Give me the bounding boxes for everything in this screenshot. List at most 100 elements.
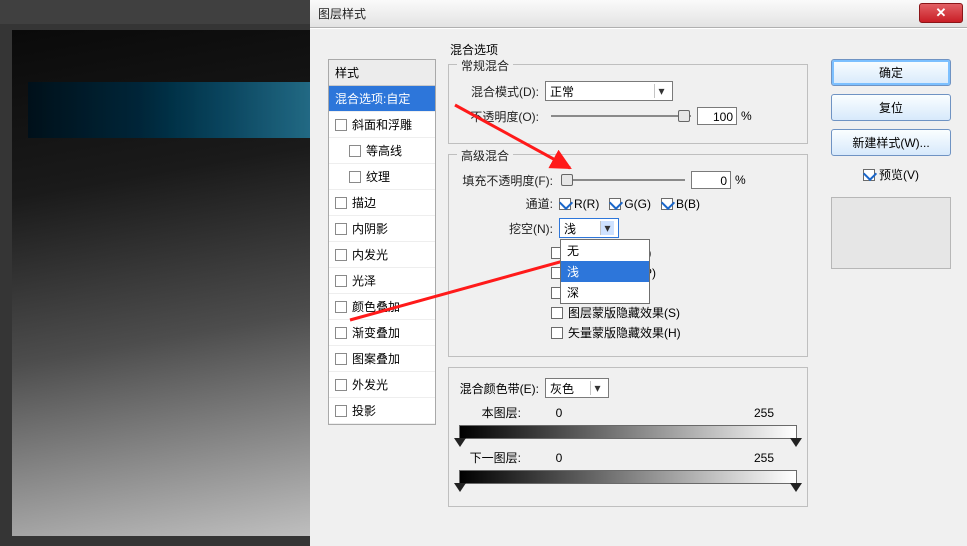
new-style-button[interactable]: 新建样式(W)... bbox=[831, 129, 951, 156]
style-row-label: 内阴影 bbox=[352, 220, 388, 237]
dialog-button-column: 确定 复位 新建样式(W)... 预览(V) bbox=[831, 59, 951, 269]
slider-handle-left[interactable] bbox=[454, 483, 466, 492]
style-checkbox[interactable] bbox=[349, 145, 361, 157]
style-checkbox[interactable] bbox=[349, 171, 361, 183]
fill-opacity-label: 填充不透明度(F): bbox=[459, 172, 559, 189]
dialog-titlebar[interactable]: 图层样式 ✕ bbox=[310, 0, 967, 28]
slider-handle-left[interactable] bbox=[454, 438, 466, 447]
style-row-label: 投影 bbox=[352, 402, 376, 419]
style-checkbox[interactable] bbox=[335, 275, 347, 287]
blend-if-label: 混合颜色带(E): bbox=[459, 380, 545, 397]
style-checkbox[interactable] bbox=[335, 223, 347, 235]
knockout-label: 挖空(N): bbox=[459, 220, 559, 237]
style-checkbox[interactable] bbox=[335, 119, 347, 131]
layer-mask-hides-fx-checkbox[interactable]: 图层蒙版隐藏效果(S) bbox=[551, 304, 797, 321]
knockout-option-1[interactable]: 浅 bbox=[561, 261, 649, 282]
channels-label: 通道: bbox=[459, 195, 559, 212]
preview-swatch bbox=[831, 197, 951, 269]
knockout-option-0[interactable]: 无 bbox=[561, 240, 649, 261]
underlying-layer-label: 下一图层: bbox=[459, 449, 529, 466]
style-checkbox[interactable] bbox=[335, 405, 347, 417]
style-row-0[interactable]: 混合选项:自定 bbox=[329, 86, 435, 112]
style-checkbox[interactable] bbox=[335, 301, 347, 313]
style-checkbox[interactable] bbox=[335, 327, 347, 339]
this-layer-max: 255 bbox=[737, 406, 797, 420]
styles-panel: 样式 混合选项:自定斜面和浮雕等高线纹理描边内阴影内发光光泽颜色叠加渐变叠加图案… bbox=[328, 59, 436, 425]
opacity-unit: % bbox=[741, 109, 752, 123]
style-row-label: 图案叠加 bbox=[352, 350, 400, 367]
style-row-5[interactable]: 内阴影 bbox=[329, 216, 435, 242]
reset-button[interactable]: 复位 bbox=[831, 94, 951, 121]
style-row-1[interactable]: 斜面和浮雕 bbox=[329, 112, 435, 138]
style-checkbox[interactable] bbox=[335, 353, 347, 365]
this-layer-range: 本图层: 0 255 bbox=[459, 404, 797, 439]
preview-checkbox[interactable]: 预览(V) bbox=[831, 166, 951, 183]
underlying-layer-gradient[interactable] bbox=[459, 470, 797, 484]
knockout-dropdown-list: 无浅深 bbox=[560, 239, 650, 304]
close-button[interactable]: ✕ bbox=[919, 3, 963, 23]
ok-button[interactable]: 确定 bbox=[831, 59, 951, 86]
layer-style-dialog: 图层样式 ✕ 样式 混合选项:自定斜面和浮雕等高线纹理描边内阴影内发光光泽颜色叠… bbox=[310, 0, 967, 546]
style-row-7[interactable]: 光泽 bbox=[329, 268, 435, 294]
underlying-layer-min: 0 bbox=[529, 451, 589, 465]
style-row-label: 纹理 bbox=[366, 168, 390, 185]
style-row-3[interactable]: 纹理 bbox=[329, 164, 435, 190]
style-row-9[interactable]: 渐变叠加 bbox=[329, 320, 435, 346]
knockout-select[interactable]: 浅 ▾ 无浅深 bbox=[559, 218, 619, 238]
style-row-label: 颜色叠加 bbox=[352, 298, 400, 315]
checkbox-icon bbox=[863, 169, 875, 181]
style-row-10[interactable]: 图案叠加 bbox=[329, 346, 435, 372]
opacity-slider[interactable] bbox=[551, 109, 691, 123]
channel-b-checkbox[interactable]: B(B) bbox=[661, 197, 700, 211]
blend-mode-label: 混合模式(D): bbox=[459, 83, 545, 100]
styles-list: 混合选项:自定斜面和浮雕等高线纹理描边内阴影内发光光泽颜色叠加渐变叠加图案叠加外… bbox=[329, 86, 435, 424]
style-row-4[interactable]: 描边 bbox=[329, 190, 435, 216]
styles-heading: 样式 bbox=[329, 60, 435, 86]
style-checkbox[interactable] bbox=[335, 249, 347, 261]
general-blending-legend: 常规混合 bbox=[457, 57, 513, 74]
style-checkbox[interactable] bbox=[335, 379, 347, 391]
style-row-6[interactable]: 内发光 bbox=[329, 242, 435, 268]
general-blending-group: 常规混合 混合模式(D): 正常 ▾ 不透明度(O): 100 % bbox=[448, 64, 808, 144]
blend-if-channel-value: 灰色 bbox=[550, 380, 574, 397]
this-layer-label: 本图层: bbox=[459, 404, 529, 421]
style-row-label: 混合选项:自定 bbox=[335, 90, 410, 107]
slider-handle-right[interactable] bbox=[790, 438, 802, 447]
blend-if-channel-select[interactable]: 灰色 ▾ bbox=[545, 378, 609, 398]
channel-g-checkbox[interactable]: G(G) bbox=[609, 197, 651, 211]
chevron-down-icon: ▾ bbox=[654, 84, 668, 98]
dialog-body: 样式 混合选项:自定斜面和浮雕等高线纹理描边内阴影内发光光泽颜色叠加渐变叠加图案… bbox=[310, 28, 967, 546]
blend-mode-select[interactable]: 正常 ▾ bbox=[545, 81, 673, 101]
fill-opacity-input[interactable]: 0 bbox=[691, 171, 731, 189]
layer-preview bbox=[28, 82, 310, 138]
style-row-label: 等高线 bbox=[366, 142, 402, 159]
preview-label: 预览(V) bbox=[879, 166, 919, 183]
fill-opacity-slider[interactable] bbox=[565, 173, 685, 187]
this-layer-gradient[interactable] bbox=[459, 425, 797, 439]
slider-handle-right[interactable] bbox=[790, 483, 802, 492]
opacity-input[interactable]: 100 bbox=[697, 107, 737, 125]
opacity-label: 不透明度(O): bbox=[459, 108, 545, 125]
fill-opacity-unit: % bbox=[735, 173, 746, 187]
style-row-label: 描边 bbox=[352, 194, 376, 211]
underlying-layer-max: 255 bbox=[737, 451, 797, 465]
blending-options-panel: 混合选项 常规混合 混合模式(D): 正常 ▾ 不透明度(O): 100 bbox=[448, 39, 808, 517]
knockout-value: 浅 bbox=[564, 220, 576, 237]
advanced-blending-group: 高级混合 填充不透明度(F): 0 % 通道: R(R) G(G) B(B) 挖 bbox=[448, 154, 808, 357]
vector-mask-hides-fx-checkbox[interactable]: 矢量蒙版隐藏效果(H) bbox=[551, 324, 797, 341]
blend-mode-value: 正常 bbox=[550, 83, 574, 100]
chevron-down-icon: ▾ bbox=[590, 381, 604, 395]
blend-if-group: 混合颜色带(E): 灰色 ▾ 本图层: 0 255 bbox=[448, 367, 808, 507]
style-checkbox[interactable] bbox=[335, 197, 347, 209]
channel-r-checkbox[interactable]: R(R) bbox=[559, 197, 599, 211]
style-row-11[interactable]: 外发光 bbox=[329, 372, 435, 398]
chevron-down-icon: ▾ bbox=[600, 221, 614, 235]
style-row-label: 内发光 bbox=[352, 246, 388, 263]
this-layer-min: 0 bbox=[529, 406, 589, 420]
style-row-8[interactable]: 颜色叠加 bbox=[329, 294, 435, 320]
style-row-2[interactable]: 等高线 bbox=[329, 138, 435, 164]
knockout-option-2[interactable]: 深 bbox=[561, 282, 649, 303]
style-row-12[interactable]: 投影 bbox=[329, 398, 435, 424]
style-row-label: 渐变叠加 bbox=[352, 324, 400, 341]
style-row-label: 斜面和浮雕 bbox=[352, 116, 412, 133]
